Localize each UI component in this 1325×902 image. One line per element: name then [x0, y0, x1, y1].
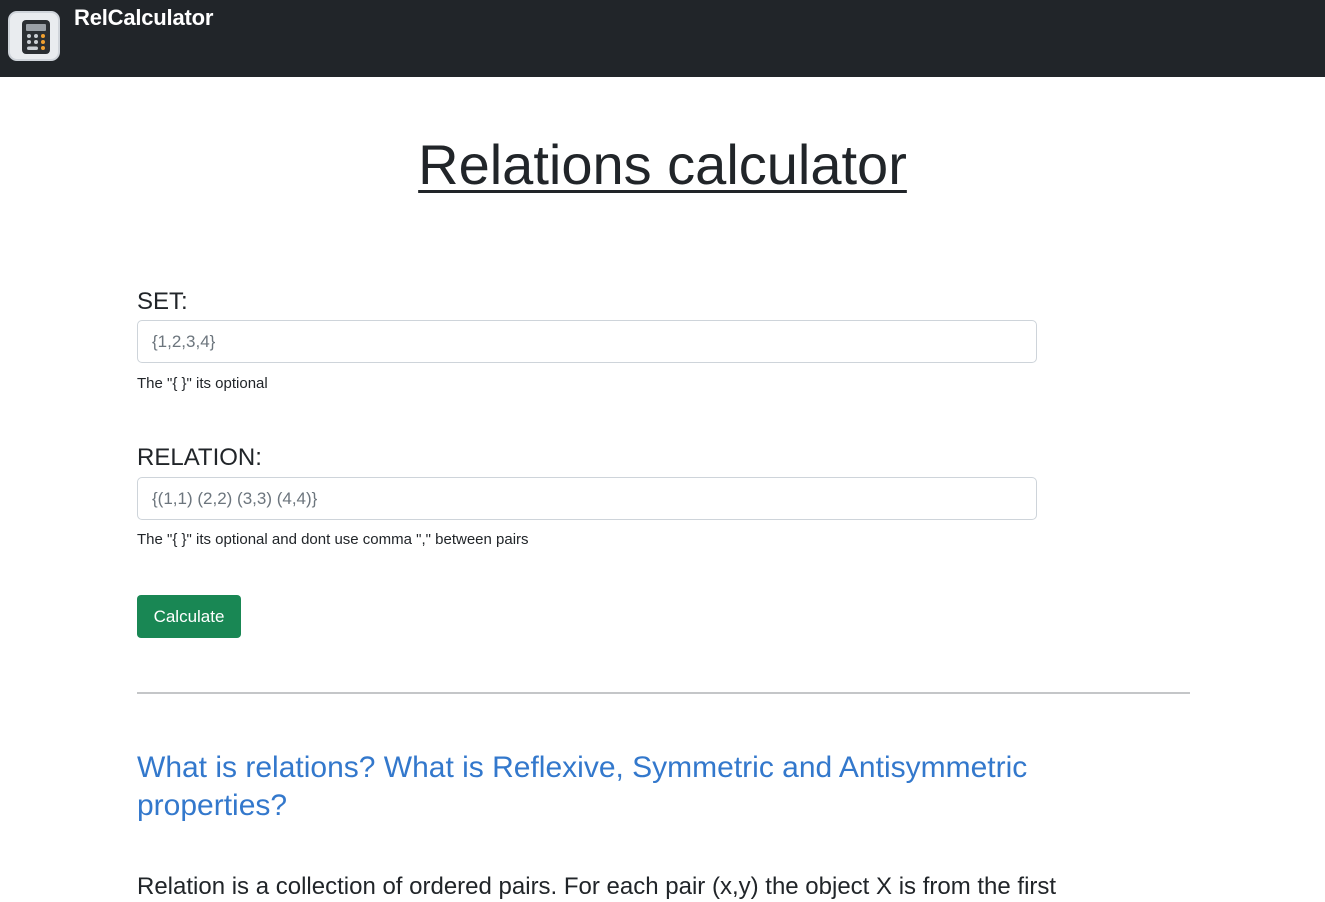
set-label: SET:	[137, 288, 188, 315]
calculator-icon[interactable]	[8, 11, 60, 61]
brand-link[interactable]: RelCalculator	[74, 5, 213, 31]
page-title-text: Relations calculator	[418, 133, 907, 196]
calculate-button[interactable]: Calculate	[137, 595, 241, 638]
section-divider	[137, 692, 1190, 694]
set-input[interactable]	[137, 320, 1037, 363]
set-help-text: The "{ }" its optional	[137, 375, 268, 392]
relation-label: RELATION:	[137, 444, 262, 471]
relation-help-text: The "{ }" its optional and dont use comm…	[137, 531, 529, 548]
relation-input[interactable]	[137, 477, 1037, 520]
info-heading: What is relations? What is Reflexive, Sy…	[137, 751, 1028, 822]
info-body-text: Relation is a collection of ordered pair…	[137, 873, 1057, 900]
top-navbar: RelCalculator	[0, 0, 1325, 77]
page-title: Relations calculator	[0, 132, 1325, 198]
calculator-icon-glyph	[22, 20, 50, 54]
